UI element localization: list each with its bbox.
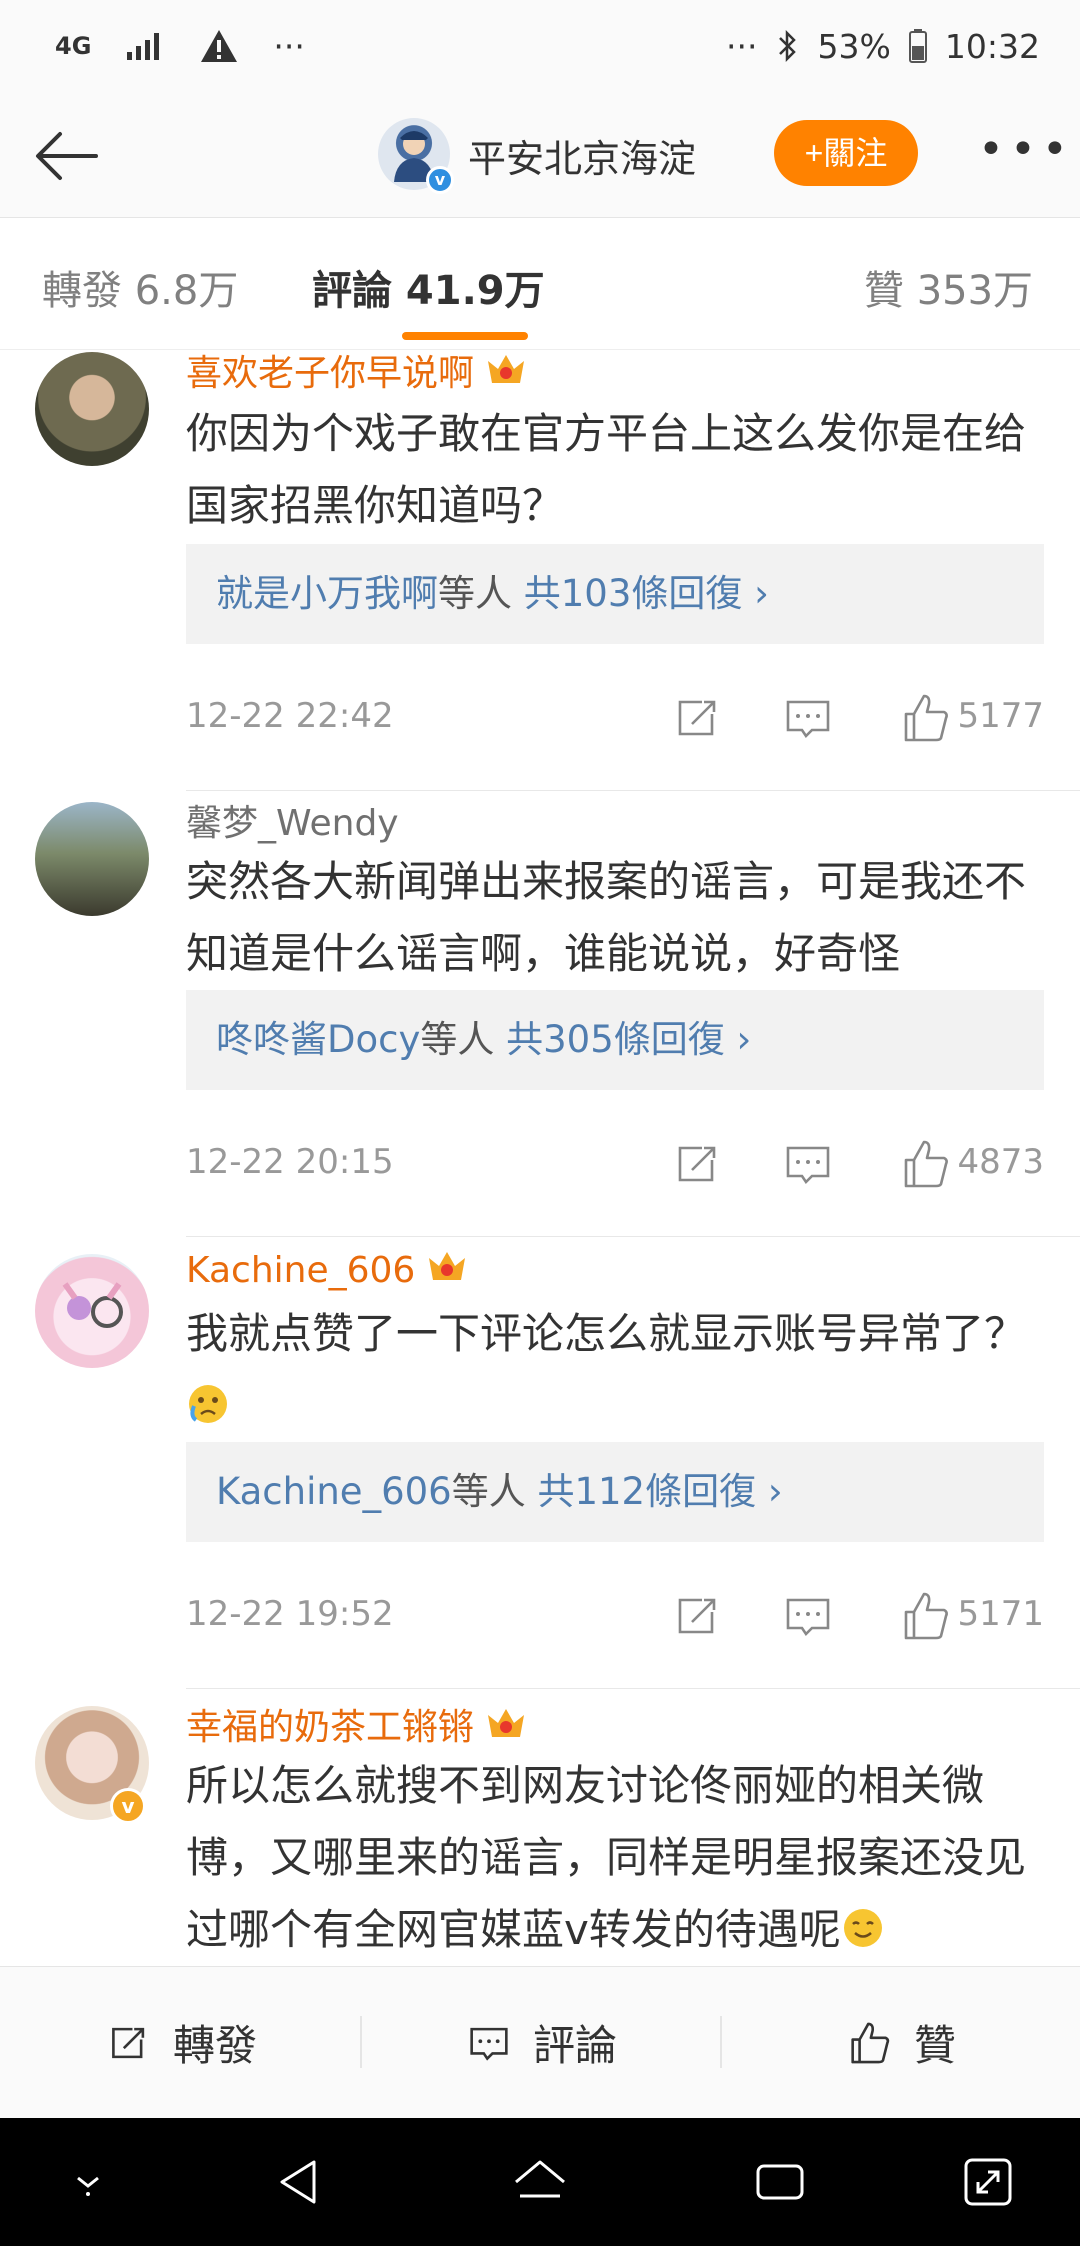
verified-badge-icon: v (426, 166, 454, 194)
comment-icon (470, 2027, 508, 2061)
tab-bar: 轉發 6.8万 評論 41.9万 贊 353万 (0, 218, 1080, 350)
like-count: 5177 (957, 696, 1044, 736)
cartoon-avatar-icon (62, 1282, 123, 1328)
more-status: ··· (726, 26, 758, 66)
chevron-right-icon: › (724, 1018, 752, 1061)
avatar[interactable] (35, 352, 149, 466)
comment-text: 所以怎么就搜不到网友讨论佟丽娅的相关微博，又哪里来的谣言，同样是明星报案还没见过… (186, 1750, 1046, 1966)
reply-connector: 等人 (451, 1470, 526, 1513)
reply-connector: 等人 (438, 572, 512, 615)
crying-emoji-icon (189, 1385, 227, 1423)
signal-icon (127, 33, 160, 60)
chevron-down-icon[interactable] (58, 2152, 118, 2212)
status-bar: 4G ··· ··· 53% 10:32 (0, 0, 1080, 92)
expand-icon[interactable] (958, 2152, 1018, 2212)
vip-crown-icon (488, 1709, 525, 1737)
replies-preview[interactable]: Kachine_606等人 共112條回復 › (186, 1442, 1044, 1542)
account-avatar[interactable]: v (378, 118, 454, 194)
repost-icon (112, 2027, 145, 2058)
reply-username[interactable]: Kachine_606 (216, 1470, 452, 1513)
more-notifications: ··· (273, 26, 305, 66)
divider (186, 1236, 1080, 1237)
comment-username[interactable]: 幸福的奶茶工锵锵 (186, 1698, 528, 1750)
comment-icon[interactable] (778, 1134, 838, 1194)
like-icon[interactable] (896, 1134, 956, 1194)
comment-time: 12-22 19:52 (186, 1594, 394, 1634)
username-text[interactable]: Kachine_606 (186, 1250, 415, 1291)
home-icon[interactable] (510, 2152, 570, 2212)
repost-icon[interactable] (668, 1586, 728, 1646)
comment-icon[interactable] (778, 1586, 838, 1646)
smile-emoji-icon (843, 1909, 882, 1947)
chevron-right-icon: › (756, 1470, 783, 1513)
like-icon (851, 2022, 890, 2063)
comment-list: 喜欢老子你早说啊 你因为个戏子敢在官方平台上这么发你是在给国家招黑你知道吗？ 就… (0, 350, 1080, 1966)
bottom-action-bar: 轉發 評論 贊 (0, 1966, 1080, 2118)
comment-text-content: 所以怎么就搜不到网友讨论佟丽娅的相关微博，又哪里来的谣言，同样是明星报案还没见过… (186, 1761, 1027, 1954)
comment-meta: 12-22 22:42 5177 (186, 688, 1044, 748)
like-icon[interactable] (896, 1586, 956, 1646)
like-button[interactable]: 贊 (720, 2012, 1080, 2073)
battery-percent: 53% (817, 26, 891, 66)
username-text[interactable]: 喜欢老子你早说啊 (186, 353, 474, 394)
username-text[interactable]: 幸福的奶茶工锵锵 (186, 1707, 474, 1748)
reply-username[interactable]: 咚咚酱Docy (216, 1018, 420, 1061)
divider (186, 1688, 1080, 1689)
page-title: 平安北京海淀 (468, 137, 697, 181)
comment-text: 我就点赞了一下评论怎么就显示账号异常了？ (186, 1298, 1046, 1442)
bluetooth-icon (778, 29, 796, 63)
comment-button[interactable]: 評論 (360, 2012, 720, 2073)
like-label: 贊 (913, 2021, 956, 2070)
replies-preview[interactable]: 就是小万我啊等人 共103條回復 › (186, 544, 1044, 644)
active-tab-indicator (402, 332, 528, 340)
repost-icon[interactable] (668, 688, 728, 748)
reply-username[interactable]: 就是小万我啊 (216, 572, 438, 615)
like-count: 4873 (957, 1142, 1044, 1182)
vip-crown-icon (429, 1252, 466, 1280)
more-options-icon[interactable]: ••• (978, 128, 1074, 172)
tab-likes[interactable]: 贊 353万 (864, 258, 1033, 316)
reply-count[interactable]: 共112條回復 (537, 1470, 756, 1513)
comment-label: 評論 (532, 2021, 617, 2070)
comment-username[interactable]: 喜欢老子你早说啊 (186, 350, 528, 396)
clock: 10:32 (944, 26, 1040, 66)
battery-icon (908, 29, 927, 63)
tab-reposts[interactable]: 轉發 6.8万 (42, 258, 238, 316)
comment-text: 你因为个戏子敢在官方平台上这么发你是在给国家招黑你知道吗？ (186, 409, 1027, 530)
warning-icon (201, 30, 238, 62)
repost-button[interactable]: 轉發 (0, 2012, 360, 2073)
comment-username[interactable]: Kachine_606 (186, 1246, 469, 1291)
comment-meta: 12-22 20:15 4873 (186, 1134, 1044, 1194)
comment-username[interactable]: 馨梦_Wendy (186, 794, 399, 846)
follow-button[interactable]: +關注 (774, 120, 918, 186)
nav-header: v 平安北京海淀 +關注 ••• (0, 92, 1080, 218)
vip-crown-icon (488, 355, 525, 383)
chevron-right-icon: › (742, 572, 769, 615)
comment-time: 12-22 20:15 (186, 1142, 394, 1182)
replies-preview[interactable]: 咚咚酱Docy等人 共305條回復 › (186, 990, 1044, 1090)
network-type: 4G (55, 32, 92, 60)
tab-comments[interactable]: 評論 41.9万 (312, 258, 545, 316)
like-count: 5171 (957, 1594, 1044, 1634)
comment-text: 突然各大新闻弹出来报案的谣言，可是我还不知道是什么谣言啊，谁能说说，好奇怪 (186, 857, 1027, 978)
back-triangle-icon[interactable] (270, 2152, 330, 2212)
recent-apps-icon[interactable] (750, 2152, 810, 2212)
repost-icon[interactable] (668, 1134, 728, 1194)
like-icon[interactable] (896, 688, 956, 748)
avatar[interactable] (35, 802, 149, 916)
reply-connector: 等人 (420, 1018, 495, 1061)
comment-icon[interactable] (778, 688, 838, 748)
reply-count[interactable]: 共305條回復 (506, 1018, 725, 1061)
comment-time: 12-22 22:42 (186, 696, 394, 736)
back-arrow-icon[interactable] (30, 120, 102, 192)
avatar[interactable] (35, 1254, 149, 1368)
system-nav-bar (0, 2118, 1080, 2246)
comment-meta: 12-22 19:52 5171 (186, 1586, 1044, 1646)
verified-badge-icon: v (110, 1788, 146, 1824)
comment-text-content: 我就点赞了一下评论怎么就显示账号异常了？ (186, 1309, 1027, 1358)
repost-label: 轉發 (172, 2021, 257, 2070)
divider (186, 790, 1080, 791)
reply-count[interactable]: 共103條回復 (524, 572, 743, 615)
